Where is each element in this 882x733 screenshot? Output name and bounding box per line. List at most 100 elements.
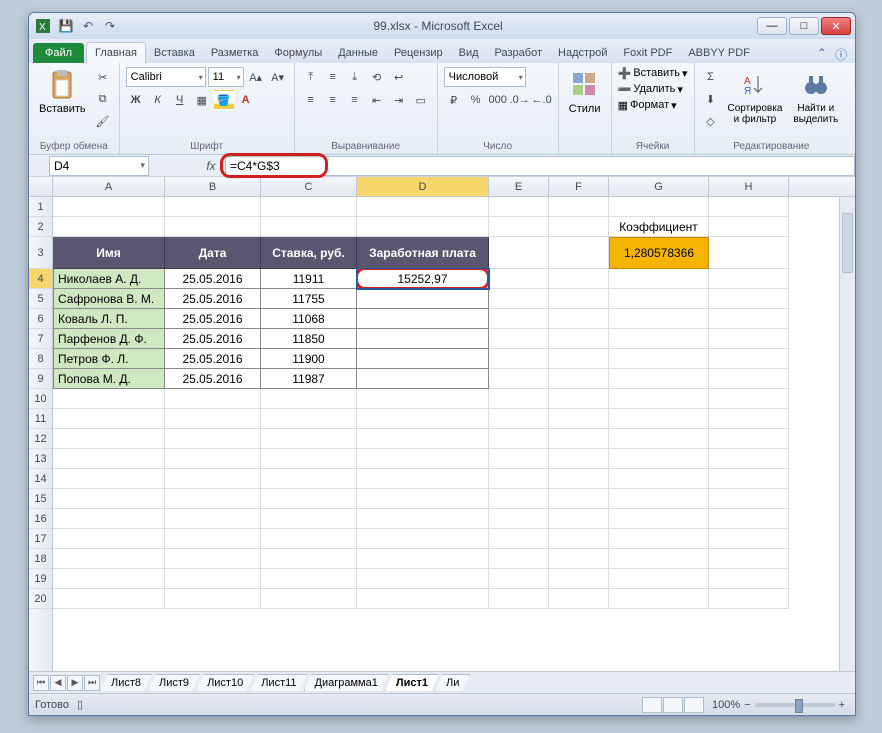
coef-value-cell[interactable]: 1,280578366 (609, 237, 709, 269)
sheet-tab[interactable]: Лист10 (196, 674, 254, 691)
paste-button[interactable]: Вставить (35, 67, 90, 117)
insert-cells-button[interactable]: ➕Вставить ▾ (618, 67, 688, 80)
format-painter-icon[interactable]: 🖌 (93, 111, 113, 131)
tab-formulas[interactable]: Формулы (266, 43, 330, 63)
row-header[interactable]: 19 (29, 569, 52, 589)
minimize-ribbon-icon[interactable]: ⌃ (817, 46, 827, 63)
minimize-button[interactable]: — (757, 17, 787, 35)
align-bottom-icon[interactable]: ⤓ (345, 67, 365, 87)
col-header-c[interactable]: C (261, 177, 357, 196)
tab-data[interactable]: Данные (330, 43, 386, 63)
sheet-nav-last-icon[interactable]: ⏭ (84, 675, 100, 691)
header-salary[interactable]: Заработная плата (357, 237, 489, 269)
select-all-triangle[interactable] (29, 177, 53, 196)
row-header[interactable]: 17 (29, 529, 52, 549)
tab-view[interactable]: Вид (451, 43, 487, 63)
cell-rate[interactable]: 11068 (261, 309, 357, 329)
cell-rate[interactable]: 11755 (261, 289, 357, 309)
merge-icon[interactable]: ▭ (411, 90, 431, 110)
row-header[interactable]: 3 (29, 237, 52, 269)
col-header-d[interactable]: D (357, 177, 489, 196)
row-header[interactable]: 14 (29, 469, 52, 489)
sheet-nav-first-icon[interactable]: ⏮ (33, 675, 49, 691)
cell-date[interactable]: 25.05.2016 (165, 269, 261, 289)
maximize-button[interactable]: □ (789, 17, 819, 35)
font-name-combo[interactable]: Calibri (126, 67, 206, 87)
cell-rate[interactable]: 11850 (261, 329, 357, 349)
macro-record-icon[interactable]: ▯ (77, 698, 83, 711)
align-top-icon[interactable]: ⤒ (301, 67, 321, 87)
vertical-scrollbar[interactable] (839, 197, 855, 671)
col-header-h[interactable]: H (709, 177, 789, 196)
wrap-text-icon[interactable]: ↩ (389, 67, 409, 87)
row-header[interactable]: 20 (29, 589, 52, 609)
cell-date[interactable]: 25.05.2016 (165, 369, 261, 389)
find-select-button[interactable]: Найти и выделить (789, 67, 842, 127)
row-header[interactable]: 9 (29, 369, 52, 389)
font-size-combo[interactable]: 11 (208, 67, 244, 87)
number-format-combo[interactable]: Числовой (444, 67, 526, 87)
bold-button[interactable]: Ж (126, 90, 146, 110)
row-header[interactable]: 5 (29, 289, 52, 309)
orientation-icon[interactable]: ⟲ (367, 67, 387, 87)
name-box[interactable]: D4 (49, 156, 149, 176)
tab-insert[interactable]: Вставка (146, 43, 203, 63)
cut-icon[interactable]: ✂ (93, 67, 113, 87)
undo-icon[interactable]: ↶ (79, 17, 97, 35)
tab-layout[interactable]: Разметка (203, 43, 267, 63)
row-header[interactable]: 18 (29, 549, 52, 569)
cell-date[interactable]: 25.05.2016 (165, 309, 261, 329)
row-header[interactable]: 6 (29, 309, 52, 329)
cell-salary[interactable] (357, 369, 489, 389)
currency-icon[interactable]: ₽ (444, 90, 464, 110)
normal-view-icon[interactable] (642, 697, 662, 713)
sheet-tab[interactable]: Лист1 (385, 674, 439, 691)
cell-salary[interactable] (357, 349, 489, 369)
close-button[interactable]: ✕ (821, 17, 851, 35)
page-layout-view-icon[interactable] (663, 697, 683, 713)
sheet-tab[interactable]: Ли (435, 674, 470, 691)
row-header[interactable]: 13 (29, 449, 52, 469)
fill-icon[interactable]: ⬇ (701, 89, 721, 109)
delete-cells-button[interactable]: ➖Удалить ▾ (618, 83, 683, 96)
header-rate[interactable]: Ставка, руб. (261, 237, 357, 269)
header-name[interactable]: Имя (53, 237, 165, 269)
underline-button[interactable]: Ч (170, 90, 190, 110)
zoom-out-icon[interactable]: − (744, 699, 750, 711)
cell-date[interactable]: 25.05.2016 (165, 289, 261, 309)
zoom-level[interactable]: 100% (712, 699, 740, 711)
cell-name[interactable]: Коваль Л. П. (53, 309, 165, 329)
align-right-icon[interactable]: ≡ (345, 90, 365, 110)
row-header[interactable]: 16 (29, 509, 52, 529)
zoom-in-icon[interactable]: + (839, 699, 845, 711)
redo-icon[interactable]: ↷ (101, 17, 119, 35)
sheet-nav-prev-icon[interactable]: ◀ (50, 675, 66, 691)
autosum-icon[interactable]: Σ (701, 67, 721, 87)
row-header[interactable]: 4 (29, 269, 52, 289)
cell-rate[interactable]: 11987 (261, 369, 357, 389)
cell-name[interactable]: Парфенов Д. Ф. (53, 329, 165, 349)
shrink-font-icon[interactable]: A▾ (268, 67, 288, 87)
sheet-tab[interactable]: Лист8 (100, 674, 152, 691)
page-break-view-icon[interactable] (684, 697, 704, 713)
cell-salary[interactable] (357, 329, 489, 349)
percent-icon[interactable]: % (466, 90, 486, 110)
italic-button[interactable]: К (148, 90, 168, 110)
col-header-e[interactable]: E (489, 177, 549, 196)
styles-button[interactable]: Стили (565, 67, 605, 117)
indent-dec-icon[interactable]: ⇤ (367, 90, 387, 110)
tab-home[interactable]: Главная (86, 42, 146, 63)
col-header-g[interactable]: G (609, 177, 709, 196)
fill-color-icon[interactable]: 🪣 (214, 90, 234, 110)
font-color-icon[interactable]: A (236, 90, 256, 110)
indent-inc-icon[interactable]: ⇥ (389, 90, 409, 110)
tab-addins[interactable]: Надстрой (550, 43, 615, 63)
help-icon[interactable]: ⓘ (835, 46, 847, 63)
col-header-f[interactable]: F (549, 177, 609, 196)
comma-icon[interactable]: 000 (488, 90, 508, 110)
cell-date[interactable]: 25.05.2016 (165, 349, 261, 369)
row-header[interactable]: 12 (29, 429, 52, 449)
col-header-b[interactable]: B (165, 177, 261, 196)
row-header[interactable]: 2 (29, 217, 52, 237)
cell-salary[interactable] (357, 309, 489, 329)
